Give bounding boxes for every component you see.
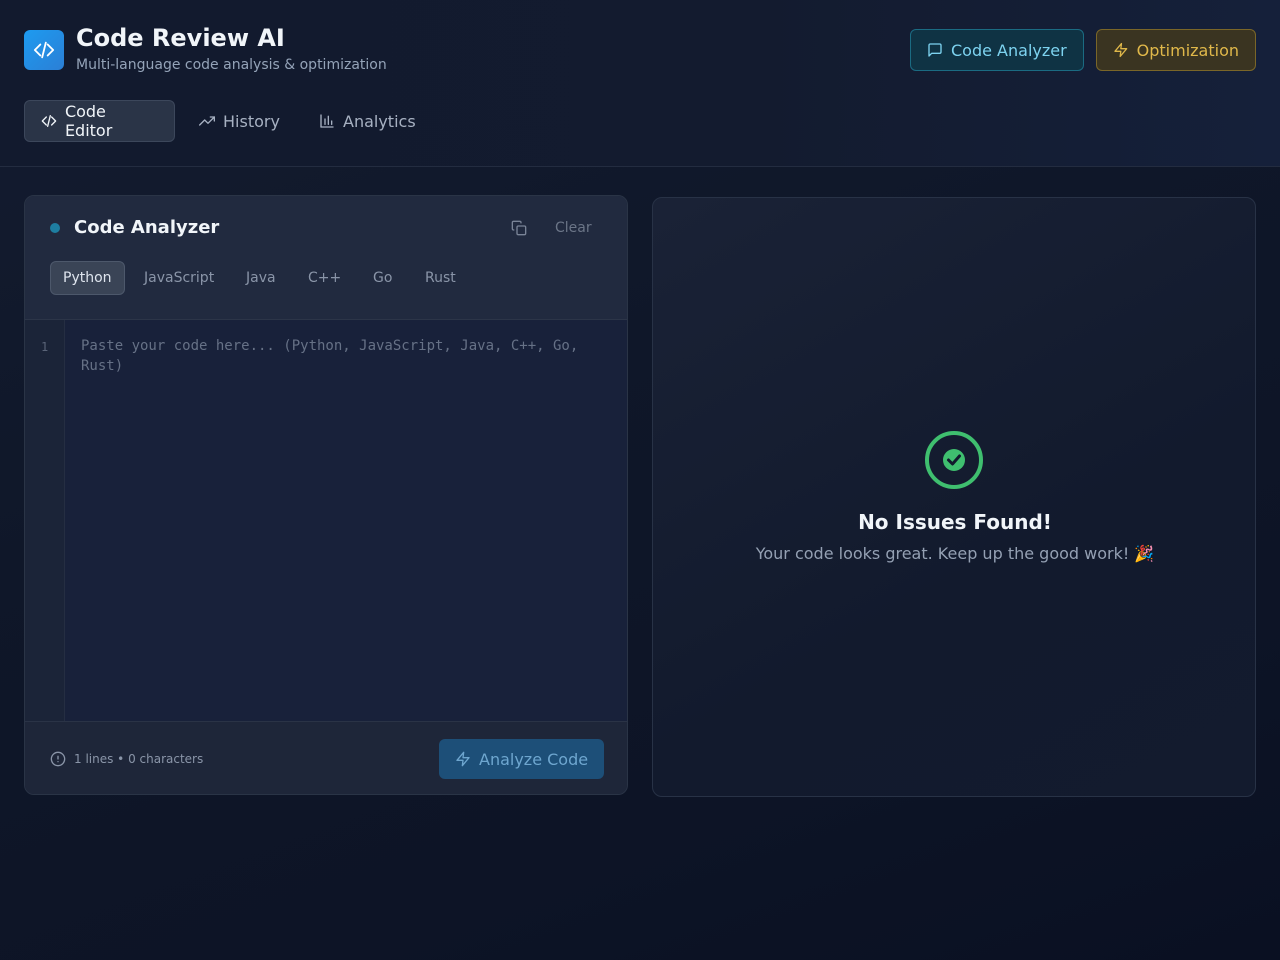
tab-analytics[interactable]: Analytics xyxy=(303,100,432,142)
trending-up-icon xyxy=(199,116,215,126)
check-circle-icon xyxy=(924,430,984,490)
editor-footer: 1 lines • 0 characters Analyze Code xyxy=(25,721,627,794)
app-title: Code Review AI xyxy=(76,24,285,52)
optimization-button[interactable]: Optimization xyxy=(1096,29,1256,71)
lang-go[interactable]: Go xyxy=(361,261,404,295)
lang-rust[interactable]: Rust xyxy=(413,261,468,295)
copy-button[interactable] xyxy=(509,218,529,238)
code-editor-panel: Code Analyzer Clear Python JavaScript Ja… xyxy=(24,195,628,795)
code-analyzer-button[interactable]: Code Analyzer xyxy=(910,29,1084,71)
line-number-gutter: 1 xyxy=(25,320,65,721)
lang-python[interactable]: Python xyxy=(50,261,125,295)
lang-cpp[interactable]: C++ xyxy=(296,261,353,295)
code-analyzer-label: Code Analyzer xyxy=(951,40,1067,60)
results-message: Your code looks great. Keep up the good … xyxy=(755,544,1155,563)
info-icon xyxy=(50,751,66,767)
status-dot xyxy=(50,223,60,233)
bar-chart-icon xyxy=(320,114,334,128)
tab-analytics-label: Analytics xyxy=(343,111,416,131)
results-panel: No Issues Found! Your code looks great. … xyxy=(652,197,1256,797)
lang-javascript[interactable]: JavaScript xyxy=(132,261,226,295)
tab-code-editor-label: Code Editor xyxy=(64,102,113,140)
copy-icon xyxy=(511,220,527,236)
app-subtitle: Multi-language code analysis & optimizat… xyxy=(76,57,387,73)
tab-history[interactable]: History xyxy=(183,100,296,142)
code-logo-icon xyxy=(24,30,64,70)
optimization-label: Optimization xyxy=(1136,40,1239,60)
editor-stats: 1 lines • 0 characters xyxy=(74,752,204,766)
results-title: No Issues Found! xyxy=(858,510,1052,534)
tab-code-editor[interactable]: Code Editor xyxy=(24,100,175,142)
code-input[interactable]: Paste your code here... (Python, JavaScr… xyxy=(81,336,601,376)
lang-java[interactable]: Java xyxy=(234,261,288,295)
line-number: 1 xyxy=(41,340,49,354)
analyze-code-label: Analyze Code xyxy=(479,749,589,769)
app-header: Code Review AI Multi-language code analy… xyxy=(0,0,1280,167)
message-square-icon xyxy=(928,43,942,57)
editor-title: Code Analyzer xyxy=(74,217,220,238)
clear-button[interactable]: Clear xyxy=(555,220,592,236)
zap-icon xyxy=(456,751,470,767)
analyze-code-button[interactable]: Analyze Code xyxy=(439,739,604,779)
code-icon xyxy=(41,115,57,127)
editor-header: Code Analyzer Clear Python JavaScript Ja… xyxy=(25,196,627,320)
zap-icon xyxy=(1114,42,1128,58)
tab-history-label: History xyxy=(223,111,280,131)
